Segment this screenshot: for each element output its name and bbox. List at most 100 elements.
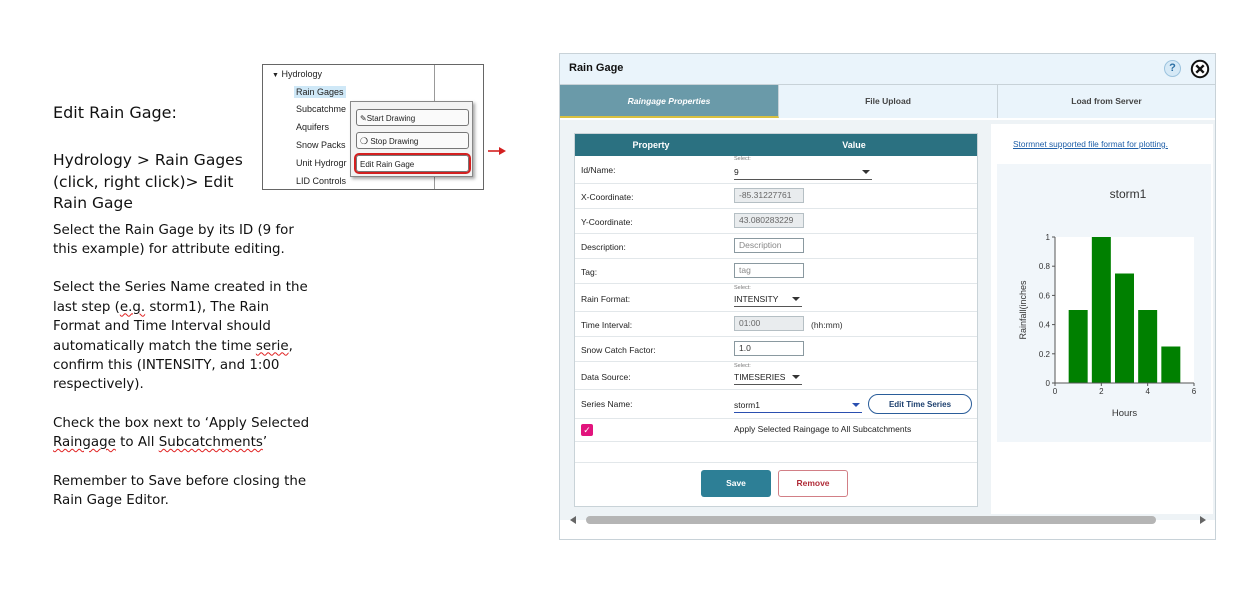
field-label: Id/Name: (581, 165, 616, 175)
tree-item-rain-gages[interactable]: Rain Gages (294, 86, 346, 98)
chevron-down-icon (792, 375, 800, 379)
y-tick-label: 0 (1046, 379, 1051, 388)
series-name-select[interactable]: storm1 (734, 398, 862, 413)
tab-raingage-properties[interactable]: Raingage Properties (560, 85, 779, 118)
chevron-down-icon (862, 170, 870, 174)
plot-panel: Stormnet supported file format for plott… (991, 124, 1213, 514)
row-id-name: Id/Name: Select: 9 (575, 156, 977, 184)
edit-rain-gage-menu-item[interactable]: Edit Rain Gage (354, 153, 471, 174)
tab-load-from-server[interactable]: Load from Server (998, 85, 1215, 118)
rain-format-select[interactable]: INTENSITY (734, 292, 802, 307)
field-label: Snow Catch Factor: (581, 345, 656, 355)
field-label: Series Name: (581, 399, 633, 409)
field-label: X-Coordinate: (581, 192, 634, 202)
description-input[interactable]: Description (734, 238, 804, 253)
column-header-property: Property (632, 140, 670, 150)
chart-bar (1091, 237, 1111, 383)
tab-content: Property Value Id/Name: Select: 9 X-Coor… (560, 120, 1215, 520)
expand-triangle-icon[interactable]: ▼ (272, 72, 279, 79)
row-empty (575, 442, 977, 463)
text-seg: serie (255, 338, 289, 354)
chart-bar (1161, 346, 1181, 383)
tree-node-label: Hydrology (281, 69, 322, 79)
dialog-title: Rain Gage (569, 62, 624, 74)
x-axis-label: Hours (1112, 408, 1138, 419)
tree-item-subcatchments[interactable]: Subcatchme (296, 104, 346, 114)
id-select[interactable]: 9 (734, 165, 872, 180)
tree-item-snow-packs[interactable]: Snow Packs (296, 140, 346, 150)
y-tick-label: 0.6 (1039, 291, 1051, 300)
scroll-right-icon[interactable] (1200, 516, 1206, 524)
column-header-value: Value (842, 140, 866, 150)
rainfall-chart: storm1 0 2 4 6 0 0.2 0.4 0.6 0.8 1 Hours Rainfall(in… (997, 164, 1211, 442)
stop-icon: ❍ (360, 136, 369, 146)
select-caption: Select: (734, 363, 751, 369)
x-coordinate-input[interactable]: -85.31227761 (734, 188, 804, 203)
x-tick-label: 4 (1145, 387, 1150, 396)
text-seg: to All (115, 435, 159, 451)
tree-item-aquifers[interactable]: Aquifers (296, 122, 329, 132)
field-label: Tag: (581, 267, 598, 277)
snow-catch-factor-input[interactable]: 1.0 (734, 341, 804, 356)
select-value: TIMESERIES (734, 372, 786, 382)
remove-button[interactable]: Remove (778, 470, 848, 497)
help-icon[interactable]: ? (1164, 60, 1181, 77)
file-format-link[interactable]: Stormnet supported file format for plott… (1013, 139, 1168, 149)
horizontal-scrollbar[interactable] (568, 514, 1208, 526)
instruction-select-id: Select the Rain Gage by its ID (9 for th… (53, 222, 294, 257)
y-axis-label: Rainfall(inches (1018, 280, 1028, 340)
row-description: Description: Description (575, 234, 977, 259)
edit-time-series-button[interactable]: Edit Time Series (868, 394, 972, 414)
text-seg: Check the box next to ‘Apply Selected (53, 415, 310, 431)
scroll-left-icon[interactable] (570, 516, 576, 524)
stop-drawing-menu-item[interactable]: ❍ Stop Drawing (356, 132, 469, 149)
y-coordinate-input[interactable]: 43.080283229 (734, 213, 804, 228)
apply-all-checkbox[interactable]: ✓ (581, 424, 593, 436)
tab-file-upload[interactable]: File Upload (779, 85, 998, 118)
save-button[interactable]: Save (701, 470, 771, 497)
y-tick-label: 0.8 (1039, 262, 1051, 271)
start-drawing-menu-item[interactable]: ✎Start Drawing (356, 109, 469, 126)
time-interval-input[interactable]: 01:00 (734, 316, 804, 331)
row-rain-format: Rain Format: Select: INTENSITY (575, 284, 977, 312)
y-tick-label: 1 (1046, 233, 1051, 242)
row-time-interval: Time Interval: 01:00 (hh:mm) (575, 312, 977, 337)
chart-bar (1068, 310, 1088, 383)
select-value: INTENSITY (734, 294, 779, 304)
field-label: Time Interval: (581, 320, 633, 330)
dialog-header: Rain Gage ? (560, 54, 1215, 85)
close-icon[interactable] (1190, 59, 1210, 79)
row-x-coordinate: X-Coordinate: -85.31227761 (575, 184, 977, 209)
instruction-save: Remember to Save before closing the Rain… (53, 473, 307, 508)
text-seg: ’ (262, 435, 268, 451)
tag-input[interactable]: tag (734, 263, 804, 278)
text-seg: e.g. (119, 299, 146, 315)
field-label: Rain Format: (581, 294, 631, 304)
row-snow-catch-factor: Snow Catch Factor: 1.0 (575, 337, 977, 362)
tree-node-hydrology[interactable]: ▼ Hydrology (272, 69, 322, 79)
menu-item-label: Stop Drawing (370, 137, 419, 146)
hydrology-tree-screenshot: ▼ Hydrology Rain Gages Subcatchme Aquife… (262, 64, 484, 190)
chart-bar (1115, 273, 1134, 383)
context-menu: ✎Start Drawing ❍ Stop Drawing Edit Rain … (350, 101, 473, 177)
row-data-source: Data Source: Select: TIMESERIES (575, 362, 977, 390)
tree-item-unit-hydrographs[interactable]: Unit Hydrogr (296, 158, 347, 168)
scrollbar-thumb[interactable] (586, 516, 1156, 524)
pencil-icon: ✎ (360, 114, 367, 123)
y-tick-label: 0.4 (1039, 321, 1051, 330)
x-tick-label: 0 (1053, 387, 1058, 396)
text-seg: Raingage (53, 435, 116, 451)
text-seg: Subcatchments (158, 435, 263, 451)
field-label: Data Source: (581, 372, 631, 382)
row-series-name: Series Name: storm1 Edit Time Series (575, 390, 977, 419)
row-y-coordinate: Y-Coordinate: 43.080283229 (575, 209, 977, 234)
data-source-select[interactable]: TIMESERIES (734, 370, 802, 385)
table-header: Property Value (575, 134, 977, 156)
chart-bar (1138, 310, 1158, 383)
tree-item-lid-controls[interactable]: LID Controls (296, 176, 346, 186)
row-apply-all: ✓ Apply Selected Raingage to All Subcatc… (575, 419, 977, 442)
row-tag: Tag: tag (575, 259, 977, 284)
property-table: Property Value Id/Name: Select: 9 X-Coor… (574, 133, 978, 507)
rain-gage-dialog: Rain Gage ? Raingage Properties File Upl… (559, 53, 1216, 540)
select-caption: Select: (734, 156, 751, 162)
